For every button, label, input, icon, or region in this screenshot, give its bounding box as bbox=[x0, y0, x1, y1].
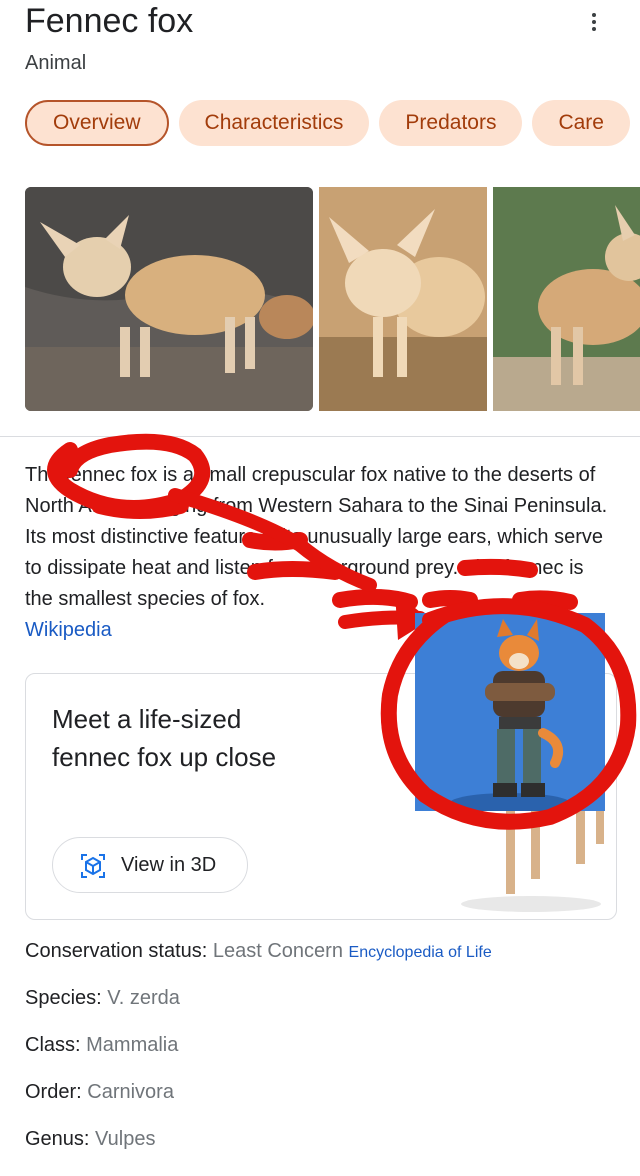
fact-genus: Genus: Vulpes bbox=[25, 1124, 625, 1171]
fact-label: Species: bbox=[25, 987, 108, 1009]
fact-label: Genus: bbox=[25, 1128, 96, 1150]
facts-list: Conservation status: Least Concern Encyc… bbox=[25, 936, 625, 1171]
fact-label: Order: bbox=[25, 1081, 88, 1103]
fact-value[interactable]: V. zerda bbox=[107, 987, 180, 1009]
annotation-circle-large bbox=[380, 598, 637, 830]
fact-value[interactable]: Least Concern bbox=[213, 940, 343, 962]
annotation-blob-1 bbox=[91, 496, 189, 519]
fact-value[interactable]: Vulpes bbox=[95, 1128, 155, 1150]
fact-label: Class: bbox=[25, 1034, 87, 1056]
fact-label: Conservation status: bbox=[25, 940, 213, 962]
fact-source-link[interactable]: Encyclopedia of Life bbox=[349, 944, 492, 961]
fact-value[interactable]: Mammalia bbox=[86, 1034, 178, 1056]
fact-value[interactable]: Carnivora bbox=[87, 1081, 174, 1103]
fact-order: Order: Carnivora bbox=[25, 1077, 625, 1124]
fact-conservation-status: Conservation status: Least Concern Encyc… bbox=[25, 936, 625, 983]
fact-species: Species: V. zerda bbox=[25, 983, 625, 1030]
annotation-blob-4 bbox=[457, 558, 538, 578]
fact-class: Class: Mammalia bbox=[25, 1030, 625, 1077]
